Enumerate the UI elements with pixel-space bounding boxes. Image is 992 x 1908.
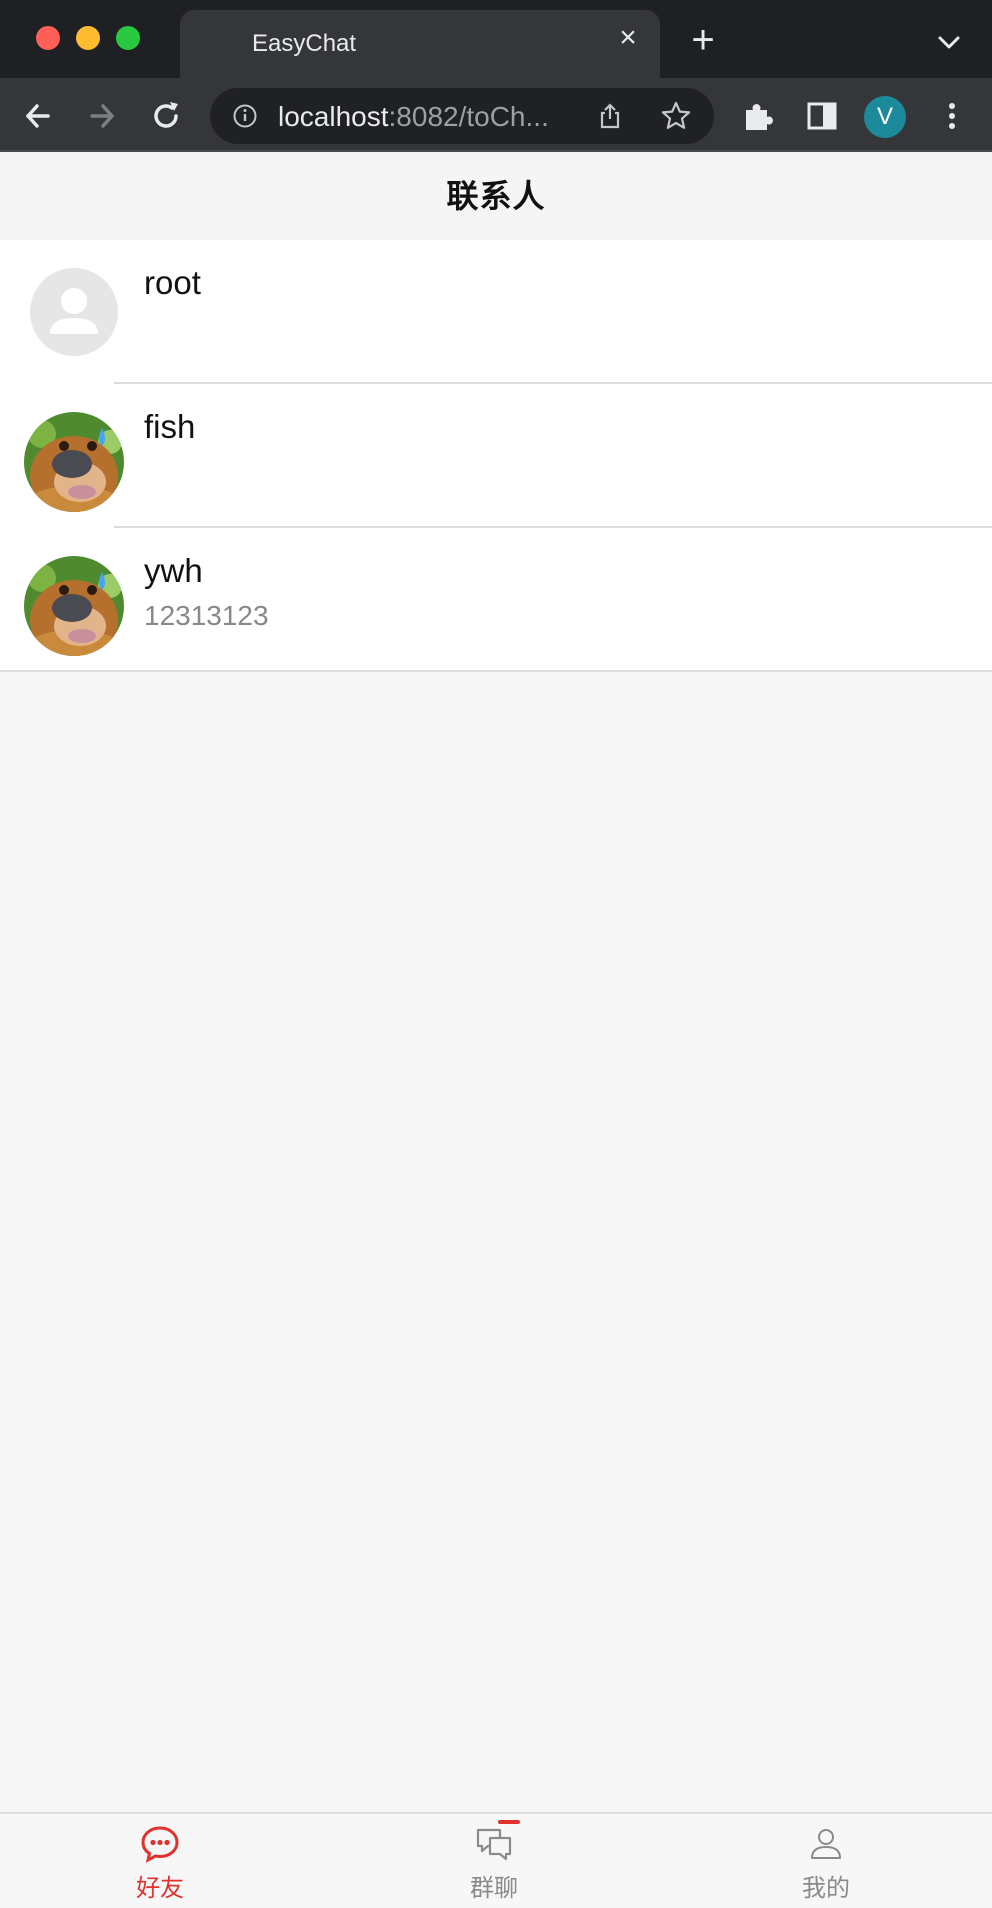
tab-label: 好友 [136,1875,184,1902]
browser-tab-bar: EasyChat × + [0,0,992,78]
url-path: :8082/toCh... [388,101,549,132]
tab-title: EasyChat [252,30,357,57]
default-avatar-icon [30,268,118,356]
browser-tab[interactable]: EasyChat × [180,10,660,78]
page-title: 联系人 [446,178,546,214]
url-host: localhost [278,101,389,132]
profile-avatar[interactable]: V [864,96,906,138]
address-bar[interactable]: localhost:8082/toCh... [210,88,714,144]
tab-friends[interactable]: 好友 [60,1814,260,1908]
tab-me[interactable]: 我的 [726,1814,926,1908]
contact-item-ywh[interactable]: ywh 12313123 [0,528,992,672]
person-icon [811,1829,841,1859]
bear-avatar [24,412,124,512]
forward-arrow-icon[interactable] [82,96,122,136]
app-header: 联系人 [0,152,992,240]
contact-list: root fish ywh 12313123 [0,240,992,672]
bookmark-star-icon[interactable] [660,100,692,132]
chat-bubble-icon [141,1826,179,1863]
divider [0,670,992,672]
group-chat-icon [476,1828,512,1861]
window-minimize-button[interactable] [76,26,100,50]
bottom-nav: 好友 群聊 我的 [0,1812,992,1906]
extensions-puzzle-icon[interactable] [740,98,776,134]
close-icon[interactable]: × [614,23,642,53]
contact-item-fish[interactable]: fish [0,384,992,528]
window-maximize-button[interactable] [116,26,140,50]
url-text[interactable]: localhost:8082/toCh... [278,101,549,133]
back-arrow-icon[interactable] [18,96,58,136]
kebab-menu-icon[interactable] [934,98,970,134]
reload-icon[interactable] [146,96,186,136]
chevron-down-icon[interactable] [934,30,964,54]
side-panel-icon[interactable] [804,98,840,134]
tab-group-chat[interactable]: 群聊 [394,1814,594,1908]
contact-subtitle: 12313123 [144,600,269,631]
contact-name: fish [144,408,196,445]
tab-label: 我的 [802,1875,850,1902]
tab-label: 群聊 [470,1875,518,1902]
plus-icon[interactable]: + [686,20,720,60]
bear-avatar [24,556,124,656]
browser-toolbar: localhost:8082/toCh... V [0,78,992,152]
contact-name: root [144,264,201,301]
contact-item-root[interactable]: root [0,240,992,384]
share-icon[interactable] [596,102,624,130]
window-close-button[interactable] [36,26,60,50]
contact-name: ywh [144,552,203,589]
info-icon[interactable] [232,103,258,129]
